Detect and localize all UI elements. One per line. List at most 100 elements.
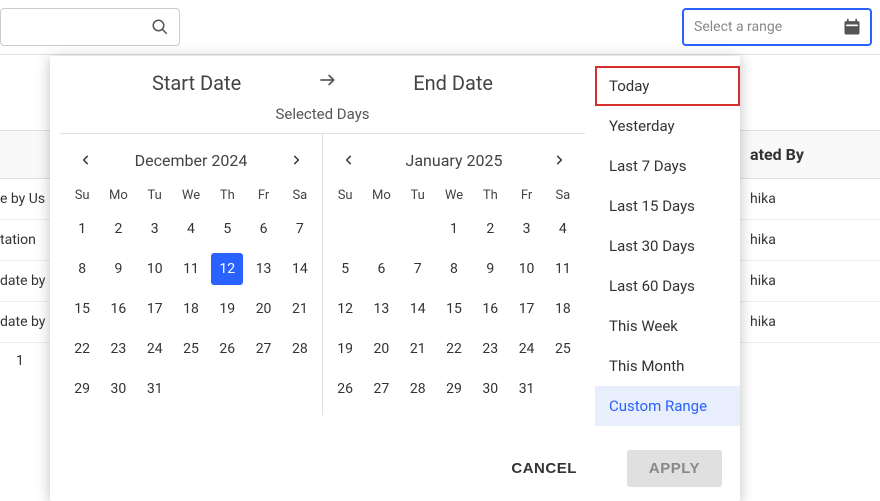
calendar-left: December 2024 SuMoTuWeThFrSa123456789101… — [60, 134, 322, 415]
day-cell[interactable]: 27 — [245, 329, 281, 369]
day-cell[interactable]: 26 — [327, 369, 363, 409]
day-cell[interactable]: 30 — [472, 369, 508, 409]
cancel-button[interactable]: CANCEL — [489, 450, 599, 487]
day-cell[interactable]: 24 — [137, 329, 173, 369]
day-cell[interactable]: 28 — [282, 329, 318, 369]
search-input[interactable] — [0, 8, 180, 46]
day-cell[interactable]: 3 — [137, 209, 173, 249]
next-month-button[interactable] — [545, 146, 573, 174]
day-cell[interactable]: 22 — [64, 329, 100, 369]
day-cell[interactable]: 2 — [100, 209, 136, 249]
prev-month-button[interactable] — [335, 146, 363, 174]
day-cell[interactable]: 11 — [173, 249, 209, 289]
day-cell[interactable]: 22 — [436, 329, 472, 369]
preset-this-week[interactable]: This Week — [595, 306, 740, 346]
day-cell[interactable]: 26 — [209, 329, 245, 369]
day-cell[interactable]: 20 — [363, 329, 399, 369]
day-cell[interactable]: 13 — [363, 289, 399, 329]
dow-label: Su — [64, 182, 100, 209]
preset-last-30-days[interactable]: Last 30 Days — [595, 226, 740, 266]
day-cell[interactable]: 6 — [363, 249, 399, 289]
day-cell[interactable]: 5 — [327, 249, 363, 289]
day-cell[interactable]: 29 — [436, 369, 472, 409]
dow-label: Su — [327, 182, 363, 209]
day-cell[interactable]: 8 — [436, 249, 472, 289]
preset-custom-range[interactable]: Custom Range — [595, 386, 740, 426]
day-cell[interactable]: 23 — [100, 329, 136, 369]
day-cell[interactable]: 10 — [137, 249, 173, 289]
day-cell[interactable]: 25 — [545, 329, 581, 369]
preset-this-month[interactable]: This Month — [595, 346, 740, 386]
dow-label: Tu — [137, 182, 173, 209]
end-date-tab[interactable]: End Date — [397, 71, 509, 95]
day-cell[interactable]: 18 — [173, 289, 209, 329]
day-cell[interactable]: 29 — [64, 369, 100, 409]
day-cell[interactable]: 18 — [545, 289, 581, 329]
day-cell[interactable]: 20 — [245, 289, 281, 329]
day-cell[interactable]: 10 — [508, 249, 544, 289]
cell: hika — [750, 314, 776, 330]
date-range-input[interactable]: Select a range — [682, 8, 872, 46]
day-cell[interactable]: 21 — [400, 329, 436, 369]
day-cell[interactable]: 17 — [137, 289, 173, 329]
dow-label: Fr — [508, 182, 544, 209]
dow-label: Mo — [100, 182, 136, 209]
day-cell[interactable]: 28 — [400, 369, 436, 409]
day-cell[interactable]: 12 — [209, 249, 245, 289]
preset-last-15-days[interactable]: Last 15 Days — [595, 186, 740, 226]
day-cell[interactable]: 17 — [508, 289, 544, 329]
dow-label: We — [436, 182, 472, 209]
preset-last-7-days[interactable]: Last 7 Days — [595, 146, 740, 186]
day-cell[interactable]: 12 — [327, 289, 363, 329]
prev-month-button[interactable] — [72, 146, 100, 174]
calendar-icon — [842, 17, 862, 37]
day-cell[interactable]: 25 — [173, 329, 209, 369]
dow-label: Tu — [400, 182, 436, 209]
day-cell[interactable]: 14 — [282, 249, 318, 289]
preset-last-60-days[interactable]: Last 60 Days — [595, 266, 740, 306]
day-cell[interactable]: 9 — [472, 249, 508, 289]
arrow-right-icon — [317, 70, 337, 95]
day-cell[interactable]: 31 — [137, 369, 173, 409]
day-cell[interactable]: 4 — [173, 209, 209, 249]
day-cell[interactable]: 30 — [100, 369, 136, 409]
day-cell[interactable]: 3 — [508, 209, 544, 249]
calendar-right: January 2025 SuMoTuWeThFrSa1234567891011… — [322, 134, 585, 415]
day-cell[interactable]: 7 — [282, 209, 318, 249]
dow-label: Sa — [282, 182, 318, 209]
day-cell[interactable]: 1 — [64, 209, 100, 249]
day-cell[interactable]: 5 — [209, 209, 245, 249]
day-cell[interactable]: 2 — [472, 209, 508, 249]
day-cell[interactable]: 15 — [64, 289, 100, 329]
day-cell[interactable]: 1 — [436, 209, 472, 249]
day-cell[interactable]: 19 — [327, 329, 363, 369]
day-cell[interactable]: 14 — [400, 289, 436, 329]
day-cell[interactable]: 21 — [282, 289, 318, 329]
dow-label: We — [173, 182, 209, 209]
day-cell[interactable]: 19 — [209, 289, 245, 329]
next-month-button[interactable] — [282, 146, 310, 174]
preset-today[interactable]: Today — [595, 66, 740, 106]
apply-button[interactable]: APPLY — [627, 450, 722, 487]
date-range-picker: Start Date End Date Selected Days Decemb… — [50, 56, 740, 501]
day-cell[interactable]: 13 — [245, 249, 281, 289]
day-cell[interactable]: 16 — [100, 289, 136, 329]
day-cell[interactable]: 9 — [100, 249, 136, 289]
start-date-tab[interactable]: Start Date — [136, 71, 257, 95]
dow-label: Th — [209, 182, 245, 209]
day-cell[interactable]: 11 — [545, 249, 581, 289]
day-cell[interactable]: 7 — [400, 249, 436, 289]
day-cell[interactable]: 27 — [363, 369, 399, 409]
day-cell[interactable]: 4 — [545, 209, 581, 249]
day-cell[interactable]: 16 — [472, 289, 508, 329]
day-cell[interactable]: 6 — [245, 209, 281, 249]
cell: hika — [750, 232, 776, 248]
search-icon — [151, 18, 169, 36]
preset-list: TodayYesterdayLast 7 DaysLast 15 DaysLas… — [595, 56, 740, 436]
day-cell[interactable]: 24 — [508, 329, 544, 369]
day-cell[interactable]: 8 — [64, 249, 100, 289]
day-cell[interactable]: 31 — [508, 369, 544, 409]
preset-yesterday[interactable]: Yesterday — [595, 106, 740, 146]
day-cell[interactable]: 15 — [436, 289, 472, 329]
day-cell[interactable]: 23 — [472, 329, 508, 369]
